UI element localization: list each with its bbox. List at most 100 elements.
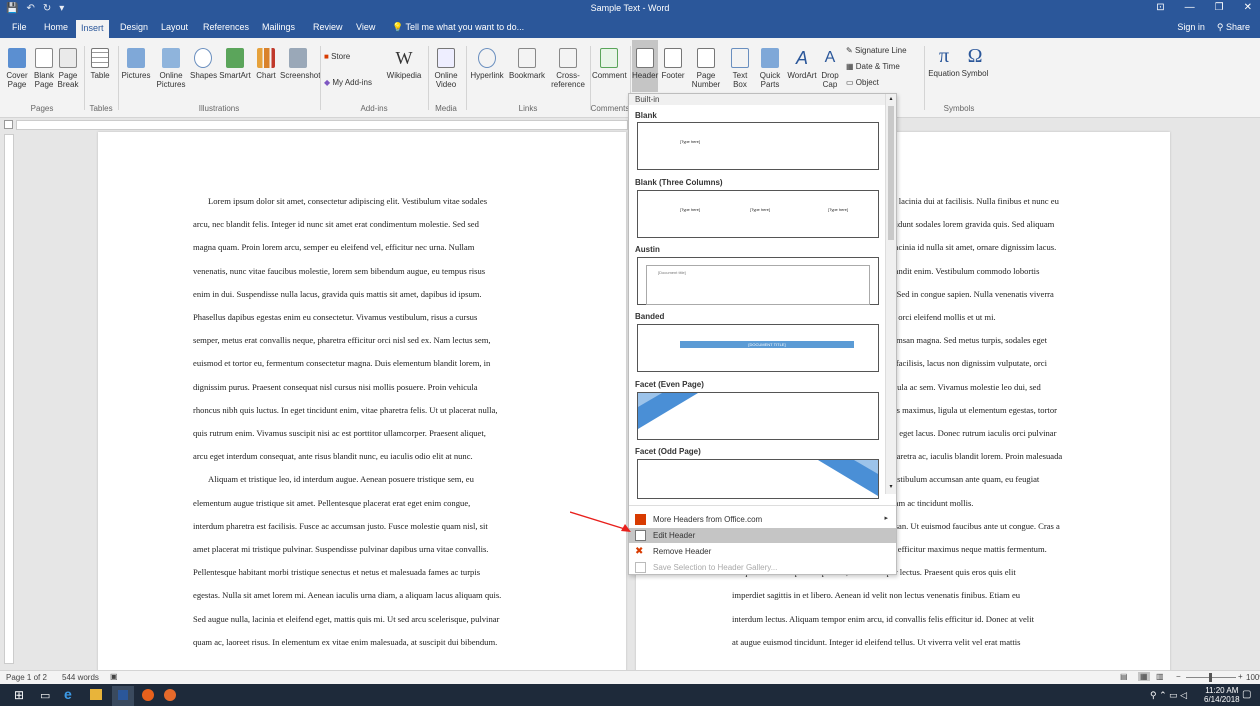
ribbon-display-icon[interactable]: ⊡ <box>1156 2 1164 13</box>
text-line[interactable]: eu orci eleifend mollis et ut mi. <box>888 312 996 322</box>
table-button[interactable]: Table <box>88 48 112 80</box>
zoom-in-icon[interactable]: + <box>1238 672 1243 681</box>
cover-page-button[interactable]: Cover Page <box>4 48 30 89</box>
text-line[interactable]: amet placerat mi tristique pulvinar. Sus… <box>193 544 488 554</box>
word-count[interactable]: 544 words <box>62 673 99 682</box>
sign-in-link[interactable]: Sign in <box>1177 22 1205 33</box>
close-icon[interactable]: ✕ <box>1244 2 1252 13</box>
text-line[interactable]: quis rutrum enim. Vivamus suscipit nisi … <box>193 428 486 438</box>
scroll-up-icon[interactable]: ▴ <box>887 96 895 102</box>
object-button[interactable]: ▭ Object <box>846 78 926 87</box>
more-headers-menu-item[interactable]: More Headers from Office.com ▸ <box>629 512 896 527</box>
file-explorer-icon[interactable] <box>90 689 102 700</box>
firefox-icon[interactable] <box>164 689 176 701</box>
text-line[interactable]: Aliquam et tristique leo, id interdum au… <box>208 474 474 484</box>
zoom-out-icon[interactable]: − <box>1176 672 1181 681</box>
tab-layout[interactable]: Layout <box>161 22 188 32</box>
tab-home[interactable]: Home <box>44 22 68 32</box>
text-line[interactable]: blandit enim. Vestibulum commodo loborti… <box>888 266 1039 276</box>
tray-icons[interactable]: ⚲ ⌃ ▭ ◁ <box>1150 690 1187 701</box>
date-time-button[interactable]: ▦ Date & Time <box>846 62 926 71</box>
screenshot-button[interactable]: Screenshot <box>280 48 320 80</box>
vertical-ruler[interactable] <box>4 134 14 664</box>
edge-icon[interactable]: e <box>64 686 72 702</box>
tab-insert[interactable]: Insert <box>76 20 109 38</box>
hyperlink-button[interactable]: Hyperlink <box>468 48 506 80</box>
share-button[interactable]: ⚲ Share <box>1217 22 1250 33</box>
scroll-down-icon[interactable]: ▾ <box>887 484 895 490</box>
text-line[interactable]: acidunt sodales lorem gravida quis. Sed … <box>888 219 1054 229</box>
comment-button[interactable]: Comment <box>592 48 627 80</box>
zoom-level[interactable]: 100% <box>1246 673 1260 682</box>
text-line[interactable]: interdum pharetra est facilisis. Fusce a… <box>193 521 488 531</box>
text-line[interactable]: arcu eget interdum consequat, ante risus… <box>193 451 473 461</box>
text-line[interactable]: Sed augue nulla, lacinia et eleifend ege… <box>193 614 499 624</box>
text-line[interactable]: imperdiet sagittis in et libero. Aenean … <box>732 590 1020 600</box>
text-line[interactable]: egestas. Nulla sit amet lorem mi. Aenean… <box>193 590 501 600</box>
gallery-item-austin[interactable]: [Document title] <box>637 257 879 305</box>
wikipedia-button[interactable]: W Wikipedia <box>386 48 422 80</box>
blank-page-button[interactable]: Blank Page <box>33 48 55 89</box>
text-line[interactable]: ligula ac sem. Vivamus molestie leo dui,… <box>888 382 1041 392</box>
smartart-button[interactable]: SmartArt <box>218 48 252 80</box>
symbol-button[interactable]: Ω Symbol <box>960 46 990 78</box>
text-line[interactable]: , lacinia id nulla sit amet, ornare dign… <box>888 242 1056 252</box>
tab-design[interactable]: Design <box>120 22 148 32</box>
tab-review[interactable]: Review <box>313 22 343 32</box>
text-line[interactable]: us efficitur maximus neque mattis fermen… <box>888 544 1047 554</box>
zoom-slider-thumb[interactable] <box>1209 673 1212 682</box>
text-line[interactable]: nus maximus, ligula ut elementum egestas… <box>888 405 1057 415</box>
scroll-thumb[interactable] <box>888 106 894 240</box>
text-line[interactable]: enim in dui. Suspendisse nulla lacus, gr… <box>193 289 482 299</box>
drop-cap-button[interactable]: A Drop Cap <box>818 48 842 89</box>
minimize-icon[interactable]: — <box>1185 2 1195 13</box>
online-video-button[interactable]: Online Video <box>432 48 460 89</box>
text-line[interactable]: d. Sed in congue sapien. Nulla venenatis… <box>888 289 1054 299</box>
office-hub-icon[interactable] <box>142 689 154 701</box>
text-box-button[interactable]: Text Box <box>728 48 752 89</box>
text-line[interactable]: quam ac, laoreet risus. In elementum ex … <box>193 637 497 647</box>
text-line[interactable]: at augue euismod tincidunt. Integer id e… <box>732 637 1021 647</box>
text-line[interactable]: msan. Ut euismod faucibus ante ut congue… <box>888 521 1060 531</box>
tab-mailings[interactable]: Mailings <box>262 22 295 32</box>
page-break-button[interactable]: Page Break <box>57 48 79 89</box>
gallery-item-blank[interactable]: [Type here] <box>637 122 879 170</box>
windows-start-icon[interactable]: ⊞ <box>14 688 24 702</box>
text-line[interactable]: interdum lectus. Aliquam tempor enim arc… <box>732 614 1034 624</box>
text-line[interactable]: mi eget lacus. Donec rutrum iaculis orci… <box>888 428 1056 438</box>
text-line[interactable]: Lorem ipsum dolor sit amet, consectetur … <box>208 196 487 206</box>
footer-button[interactable]: Footer <box>660 48 686 80</box>
restore-icon[interactable]: ❐ <box>1215 2 1224 13</box>
action-center-icon[interactable]: ▢ <box>1242 689 1251 700</box>
pictures-button[interactable]: Pictures <box>120 48 152 80</box>
horizontal-ruler[interactable] <box>16 120 628 130</box>
page-count[interactable]: Page 1 of 2 <box>6 673 47 682</box>
text-line[interactable]: venenatis, nunc vitae faucibus molestie,… <box>193 266 485 276</box>
remove-header-menu-item[interactable]: ✖ Remove Header <box>629 544 896 559</box>
text-line[interactable]: pharetra ac, iaculis blandit lorem. Proi… <box>888 451 1062 461</box>
clock[interactable]: 11:20 AM 6/14/2018 <box>1204 686 1240 704</box>
read-mode-icon[interactable]: ▤ <box>1120 672 1128 681</box>
online-pictures-button[interactable]: Online Pictures <box>155 48 187 89</box>
text-line[interactable]: iat lacinia dui at facilisis. Nulla fini… <box>888 196 1059 206</box>
document-page-1[interactable]: Lorem ipsum dolor sit amet, consectetur … <box>98 132 626 672</box>
quick-parts-button[interactable]: Quick Parts <box>755 48 785 89</box>
print-layout-icon[interactable]: ▦ <box>1138 672 1150 681</box>
tab-references[interactable]: References <box>203 22 249 32</box>
text-line[interactable]: elementum augue tristique sit amet. Pell… <box>193 498 470 508</box>
web-layout-icon[interactable]: ▥ <box>1156 672 1164 681</box>
text-line[interactable]: Jt facilisis, lacus non dignissim vulput… <box>888 358 1047 368</box>
text-line[interactable]: euismod et tortor eu, fermentum consecte… <box>193 358 490 368</box>
text-line[interactable]: Pellentesque habitant morbi tristique se… <box>193 567 480 577</box>
text-line[interactable]: Vestibulum accumsan ante quam, eu feugia… <box>888 474 1039 484</box>
text-line[interactable]: diam ac tincidunt mollis. <box>888 498 973 508</box>
store-button[interactable]: ■ Store <box>324 52 368 61</box>
text-line[interactable]: arcu, nec blandit felis. Integer id nunc… <box>193 219 479 229</box>
tab-view[interactable]: View <box>356 22 375 32</box>
save-selection-menu-item[interactable]: Save Selection to Header Gallery... <box>629 560 896 575</box>
my-addins-button[interactable]: ◆ My Add-ins <box>324 78 384 87</box>
text-line[interactable]: rhoncus nibh quis luctus. In eget tincid… <box>193 405 498 415</box>
cross-reference-button[interactable]: Cross-reference <box>548 48 588 89</box>
gallery-item-banded[interactable]: [DOCUMENT TITLE] <box>637 324 879 372</box>
tab-selector[interactable] <box>4 120 13 129</box>
